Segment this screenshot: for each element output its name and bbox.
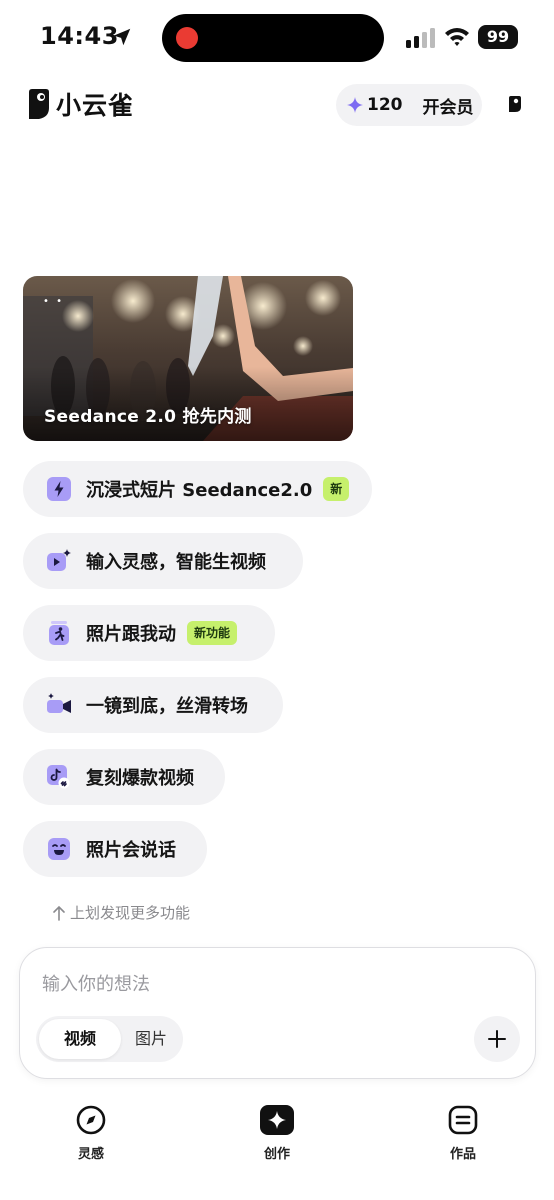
feature-label: 一镜到底，丝滑转场: [86, 696, 248, 717]
sparkle-credit-icon: [347, 97, 363, 113]
recording-dot-icon: [176, 27, 198, 49]
list-icon: [448, 1105, 478, 1135]
app-name: 小云雀: [56, 91, 135, 120]
nav-inspiration[interactable]: 灵感: [51, 1103, 131, 1162]
video-sparkle-icon: [47, 549, 71, 571]
feature-label: 复刻爆款视频: [86, 768, 194, 789]
nav-label: 作品: [449, 1147, 476, 1162]
feature-label: 照片跟我动: [86, 624, 176, 645]
credits-membership-button[interactable]: 120 开会员: [336, 84, 482, 126]
status-time: 14:43: [40, 22, 119, 50]
dynamic-island: [162, 14, 384, 62]
add-attachment-button[interactable]: [474, 1016, 520, 1062]
feature-label: 输入灵感，智能生视频: [86, 552, 266, 573]
feature-photo-motion[interactable]: 照片跟我动 新功能: [23, 605, 275, 661]
bird-logo-icon: [29, 89, 49, 119]
camera-sparkle-icon: [47, 693, 71, 713]
new-feature-badge: 新功能: [187, 621, 238, 645]
battery-indicator: 99: [478, 25, 518, 49]
banner-caption: Seedance 2.0 抢先内测: [44, 407, 252, 427]
feature-one-take-transition[interactable]: 一镜到底，丝滑转场: [23, 677, 283, 733]
profile-icon[interactable]: [508, 95, 522, 113]
mode-toggle: 视频 图片: [36, 1016, 183, 1062]
feature-idea-to-video[interactable]: 输入灵感，智能生视频: [23, 533, 303, 589]
status-bar: 14:43 99: [0, 0, 554, 76]
new-badge: 新: [323, 477, 350, 501]
compass-icon: [76, 1105, 106, 1135]
dancing-person-icon: [49, 621, 69, 645]
idea-input[interactable]: [42, 968, 502, 1000]
feature-label: 照片会说话: [86, 840, 176, 861]
membership-label: 开会员: [422, 97, 474, 118]
app-logo: 小云雀: [27, 86, 134, 122]
sparkle-icon: [260, 1105, 294, 1135]
swipe-up-hint: 上划发现更多功能: [52, 902, 190, 923]
feature-talking-photo[interactable]: 照片会说话: [23, 821, 207, 877]
nav-create[interactable]: 创作: [237, 1103, 317, 1162]
nav-label: 灵感: [77, 1147, 104, 1162]
banner-pagination-icon: • •: [43, 296, 64, 307]
credits-count: 120: [367, 95, 403, 115]
swipe-hint-text: 上划发现更多功能: [70, 904, 191, 922]
wifi-icon: [445, 28, 469, 46]
lightning-icon: [47, 477, 71, 501]
location-arrow-icon: [113, 28, 131, 46]
mode-video-tab[interactable]: 视频: [39, 1019, 121, 1059]
arrow-up-icon: [53, 905, 65, 921]
composer-card: 视频 图片: [19, 947, 536, 1079]
nav-label: 创作: [263, 1147, 290, 1162]
seedance-banner[interactable]: • • Seedance 2.0 抢先内测: [23, 276, 353, 441]
feature-replicate-viral[interactable]: 复刻爆款视频: [23, 749, 225, 805]
feature-label: 沉浸式短片 Seedance2.0: [86, 480, 313, 501]
tiktok-link-icon: [47, 765, 70, 789]
cellular-signal-icon: [406, 28, 435, 48]
nav-works[interactable]: 作品: [423, 1103, 503, 1162]
feature-seedance-short[interactable]: 沉浸式短片 Seedance2.0 新: [23, 461, 372, 517]
smiley-icon: [48, 838, 70, 860]
mode-image-tab[interactable]: 图片: [124, 1019, 178, 1059]
plus-icon: [488, 1030, 506, 1048]
